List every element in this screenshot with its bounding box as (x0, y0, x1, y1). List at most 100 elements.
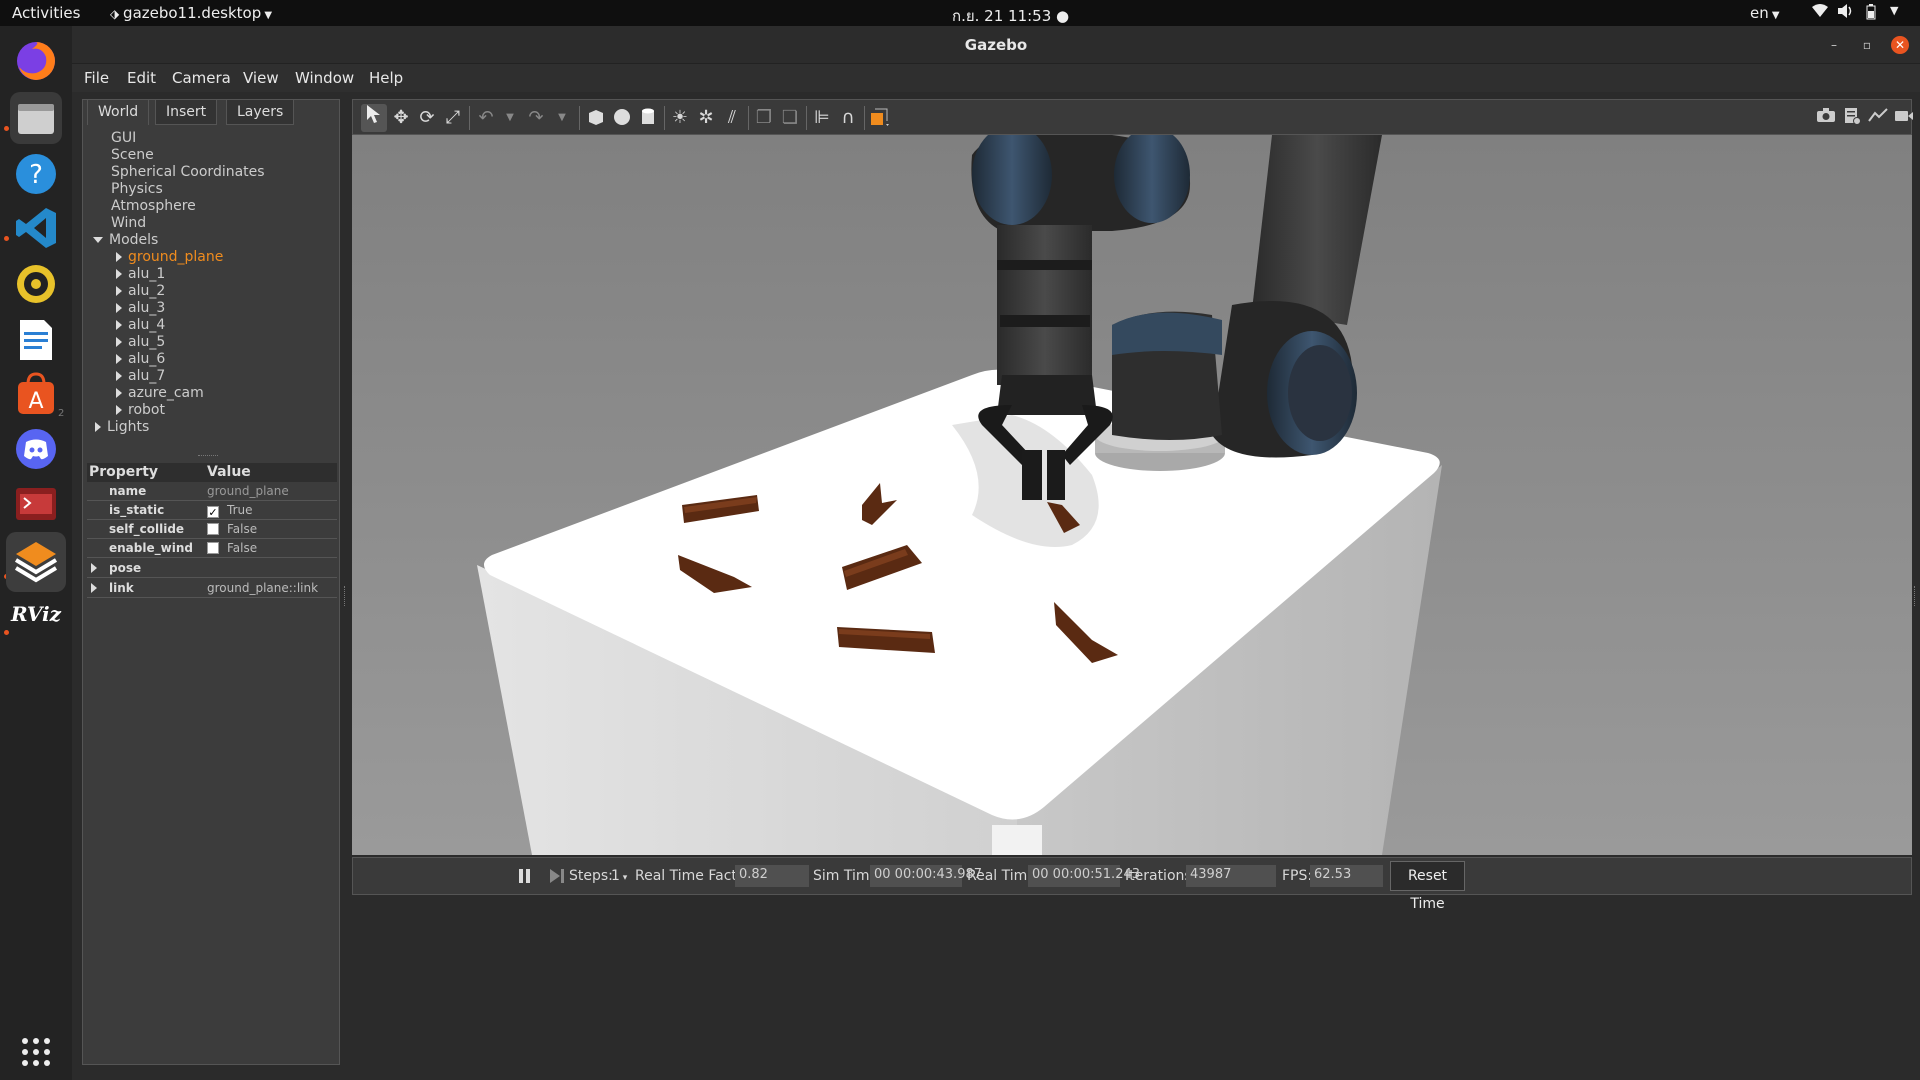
scale-mode-icon[interactable]: ⤢ (442, 107, 464, 129)
collapse-arrow-icon[interactable] (116, 252, 122, 262)
maximize-button[interactable]: ▫ (1858, 36, 1876, 54)
language-indicator[interactable]: en ▼ (1750, 4, 1780, 22)
files-icon[interactable] (10, 92, 62, 144)
3d-viewport[interactable] (352, 135, 1912, 855)
property-row-link[interactable]: link ground_plane::link (87, 579, 337, 598)
menu-window[interactable]: Window (295, 69, 354, 87)
tab-layers[interactable]: Layers (226, 99, 295, 125)
screenshot-camera-icon[interactable] (1815, 107, 1837, 129)
checkbox-unchecked[interactable] (207, 542, 219, 554)
steps-spinbox[interactable]: 1 ▾ (611, 868, 627, 884)
tree-item-model[interactable]: alu_7 (116, 368, 165, 385)
box-shape-icon[interactable] (585, 107, 607, 129)
redo-icon[interactable]: ↷ (525, 107, 547, 129)
tree-item-model[interactable]: alu_6 (116, 351, 165, 368)
tree-item-atmosphere[interactable]: Atmosphere (111, 198, 196, 215)
checkbox-checked[interactable]: ✓ (207, 506, 219, 518)
collapse-arrow-icon[interactable] (116, 354, 122, 364)
tree-item-gui[interactable]: GUI (111, 130, 136, 147)
redo-history-chevron-icon[interactable]: ▼ (551, 107, 573, 129)
close-button[interactable]: ✕ (1891, 36, 1909, 54)
window-titlebar[interactable]: Gazebo – ▫ ✕ (72, 26, 1920, 64)
collapse-arrow-icon[interactable] (116, 320, 122, 330)
clock[interactable]: ก.ย. 21 11:53 ● (952, 4, 1069, 28)
menu-file[interactable]: File (84, 69, 109, 87)
copy-icon[interactable]: ❐ (753, 107, 775, 129)
tree-item-models[interactable]: Models (93, 232, 158, 249)
property-value[interactable]: ground_plane (207, 484, 289, 498)
menu-camera[interactable]: Camera (172, 69, 231, 87)
tree-item-scene[interactable]: Scene (111, 147, 154, 164)
libreoffice-writer-icon[interactable] (10, 314, 62, 366)
collapse-arrow-icon[interactable] (116, 337, 122, 347)
plot-icon[interactable] (1867, 107, 1889, 129)
spot-light-icon[interactable]: ✲ (695, 107, 717, 129)
tree-item-model[interactable]: robot (116, 402, 165, 419)
discord-icon[interactable] (10, 423, 62, 475)
expand-arrow-icon[interactable] (91, 583, 97, 593)
tree-item-spherical-coordinates[interactable]: Spherical Coordinates (111, 164, 265, 181)
volume-icon[interactable] (1838, 4, 1854, 22)
firefox-icon[interactable] (10, 35, 62, 87)
directional-light-icon[interactable]: ⫽ (721, 107, 743, 129)
menu-help[interactable]: Help (369, 69, 403, 87)
property-row-name[interactable]: name ground_plane (87, 482, 337, 501)
log-data-icon[interactable] (1841, 107, 1863, 129)
splitter-handle[interactable] (198, 455, 218, 458)
wifi-icon[interactable] (1812, 4, 1828, 22)
collapse-arrow-icon[interactable] (116, 388, 122, 398)
tree-item-wind[interactable]: Wind (111, 215, 146, 232)
software-center-icon[interactable]: A (10, 368, 62, 420)
menu-edit[interactable]: Edit (127, 69, 156, 87)
activities-button[interactable]: Activities (12, 4, 80, 22)
left-panel-handle[interactable] (344, 586, 348, 606)
translate-mode-icon[interactable]: ✥ (390, 107, 412, 129)
battery-icon[interactable] (1866, 4, 1876, 24)
tree-item-model[interactable]: alu_3 (116, 300, 165, 317)
system-menu-chevron-icon[interactable]: ▼ (1890, 4, 1898, 17)
cylinder-shape-icon[interactable] (637, 107, 659, 129)
gazebo-icon[interactable] (6, 532, 66, 592)
rotate-mode-icon[interactable]: ⟳ (416, 107, 438, 129)
paste-icon[interactable]: ❏ (779, 107, 801, 129)
help-icon[interactable]: ? (10, 148, 62, 200)
undo-history-chevron-icon[interactable]: ▼ (499, 107, 521, 129)
property-row-is-static[interactable]: is_static ✓ True (87, 501, 337, 520)
checkbox-unchecked[interactable] (207, 523, 219, 535)
tree-item-model[interactable]: alu_4 (116, 317, 165, 334)
collapse-arrow-icon[interactable] (116, 371, 122, 381)
tree-item-physics[interactable]: Physics (111, 181, 163, 198)
right-panel-handle[interactable] (1914, 586, 1918, 606)
rhythmbox-icon[interactable] (10, 258, 62, 310)
tab-world[interactable]: World (87, 99, 150, 125)
point-light-icon[interactable]: ☀ (669, 107, 691, 129)
rviz-icon[interactable]: RViz (10, 588, 62, 640)
property-row-self-collide[interactable]: self_collide False (87, 520, 337, 539)
menu-view[interactable]: View (243, 69, 279, 87)
expand-arrow-icon[interactable] (91, 563, 97, 573)
reset-time-button[interactable]: Reset Time (1390, 861, 1465, 912)
collapse-arrow-icon[interactable] (116, 286, 122, 296)
video-record-icon[interactable] (1893, 107, 1915, 129)
step-forward-button[interactable] (549, 868, 565, 884)
property-row-enable-wind[interactable]: enable_wind False (87, 539, 337, 558)
chevron-down-icon[interactable]: ▾ (620, 873, 628, 883)
tree-item-model[interactable]: alu_5 (116, 334, 165, 351)
snap-magnet-icon[interactable]: ∩ (837, 107, 859, 129)
expand-arrow-icon[interactable] (93, 237, 103, 243)
vscode-icon[interactable] (10, 202, 62, 254)
tree-item-model[interactable]: alu_2 (116, 283, 165, 300)
pause-button[interactable] (518, 868, 532, 884)
collapse-arrow-icon[interactable] (116, 269, 122, 279)
tree-item-model[interactable]: alu_1 (116, 266, 165, 283)
app-menu[interactable]: ⬗ gazebo11.desktop ▼ (110, 4, 272, 22)
minimize-button[interactable]: – (1825, 36, 1843, 54)
sphere-shape-icon[interactable] (611, 107, 633, 129)
terminal-icon[interactable] (10, 478, 62, 530)
property-row-pose[interactable]: pose (87, 559, 337, 578)
select-mode-icon[interactable] (361, 104, 387, 132)
show-applications-icon[interactable] (10, 1026, 62, 1078)
collapse-arrow-icon[interactable] (116, 405, 122, 415)
tree-item-model[interactable]: ground_plane (116, 249, 223, 266)
collapse-arrow-icon[interactable] (116, 303, 122, 313)
